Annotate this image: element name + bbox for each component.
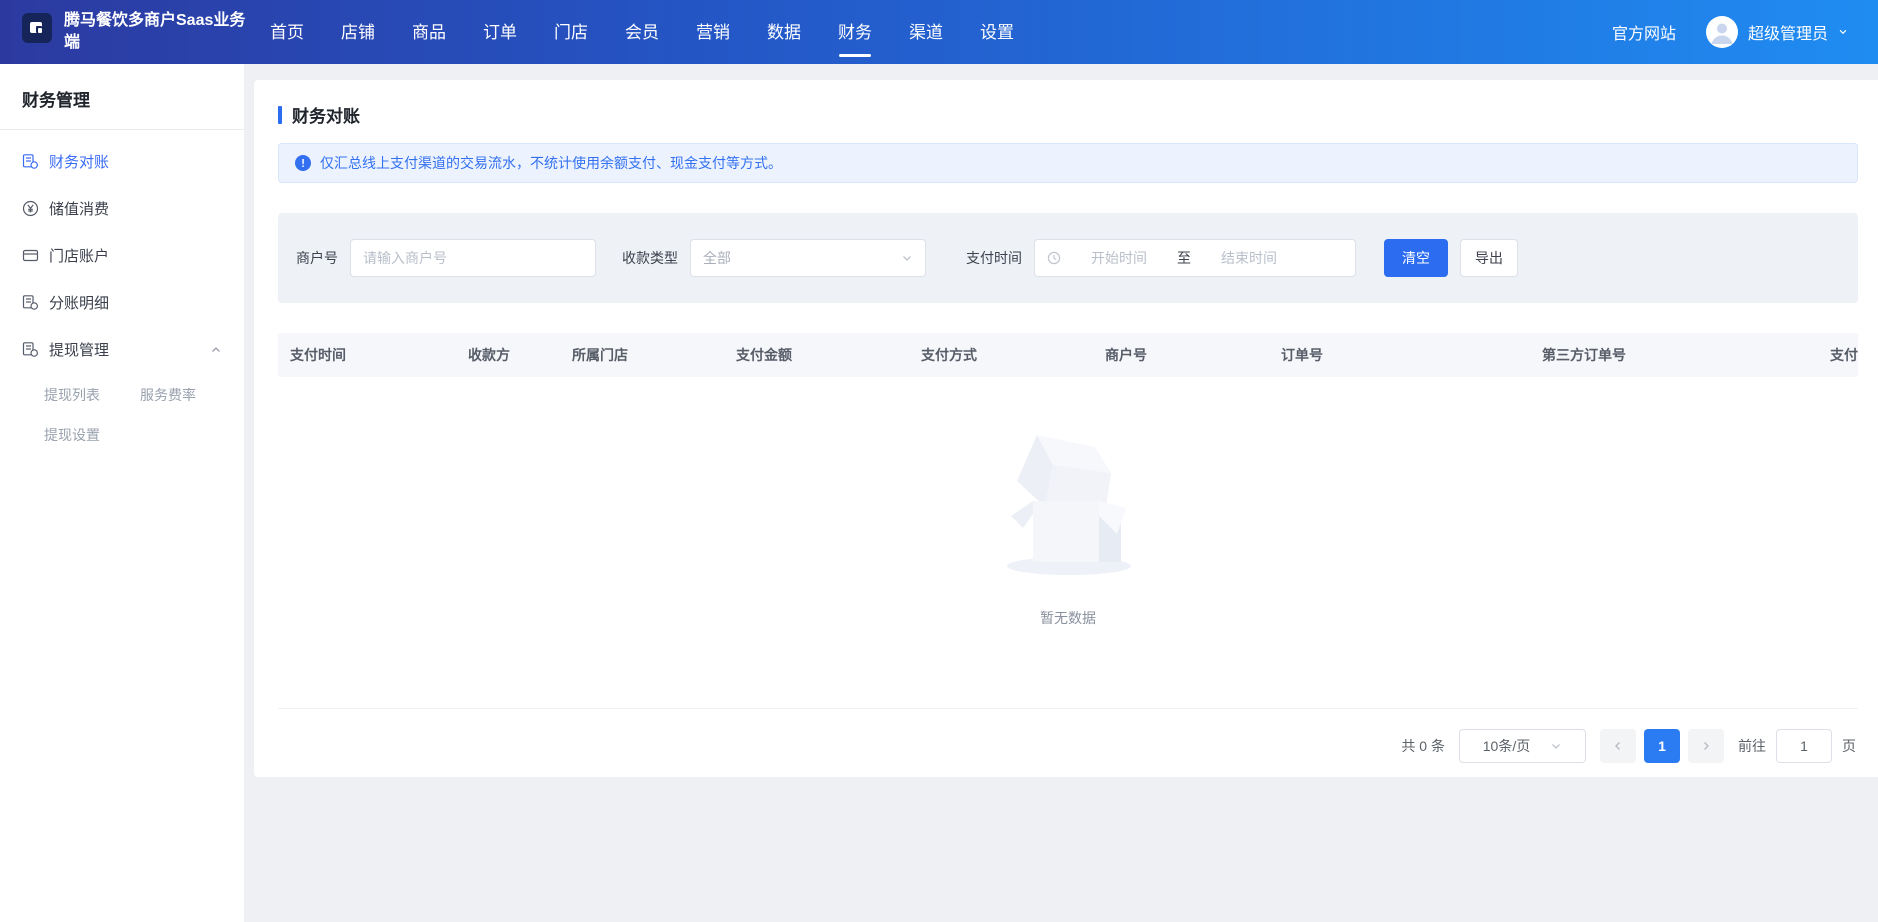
sidebar-item-label: 提现管理 [49, 339, 109, 360]
goto-page-input[interactable] [1776, 729, 1832, 763]
nav-item-home[interactable]: 首页 [268, 10, 306, 55]
table-header: 支付时间 收款方 所属门店 支付金额 支付方式 商户号 订单号 第三方订单号 支… [278, 333, 1858, 377]
sidebar-item-label: 储值消费 [49, 198, 109, 219]
sidebar-item-split-details[interactable]: 分账明细 [0, 279, 244, 326]
next-page-button[interactable] [1688, 729, 1724, 763]
info-icon: ! [295, 155, 311, 171]
col-amount: 支付金额 [724, 345, 909, 365]
navbar-right: 官方网站 超级管理员 [1612, 16, 1848, 48]
pay-time-range-picker[interactable]: 至 [1034, 239, 1356, 277]
nav-item-settings[interactable]: 设置 [978, 10, 1016, 55]
chevron-up-icon[interactable] [210, 344, 222, 356]
sidebar: 财务管理 财务对账 储值消费 [0, 64, 244, 922]
col-pay-time: 支付时间 [278, 345, 456, 365]
col-merchant-no: 商户号 [1093, 345, 1269, 365]
sidebar-item-stored-value[interactable]: 储值消费 [0, 185, 244, 232]
pay-time-label: 支付时间 [966, 248, 1022, 268]
payment-type-label: 收款类型 [622, 248, 678, 268]
brand-title: 腾马餐饮多商户Saas业务端 [64, 10, 246, 53]
nav-item-stores[interactable]: 门店 [552, 10, 590, 55]
user-menu[interactable]: 超级管理员 [1706, 16, 1848, 48]
nav-item-shop[interactable]: 店铺 [339, 10, 377, 55]
nav-item-goods[interactable]: 商品 [410, 10, 448, 55]
clear-button[interactable]: 清空 [1384, 239, 1448, 277]
title-accent-bar [278, 106, 282, 124]
alert-text: 仅汇总线上支付渠道的交易流水，不统计使用余额支付、现金支付等方式。 [320, 153, 782, 173]
info-alert: ! 仅汇总线上支付渠道的交易流水，不统计使用余额支付、现金支付等方式。 [278, 143, 1858, 183]
ledger-coin-icon [22, 294, 39, 311]
clock-icon [1047, 251, 1061, 265]
main-content: 财务对账 ! 仅汇总线上支付渠道的交易流水，不统计使用余额支付、现金支付等方式。… [244, 64, 1878, 922]
card-icon [22, 247, 39, 264]
sidebar-subitem-service-rate[interactable]: 服务费率 [140, 375, 236, 415]
chevron-down-icon [1550, 740, 1562, 752]
sidebar-item-label: 门店账户 [49, 245, 109, 266]
page-size-select[interactable]: 10条/页 [1459, 729, 1586, 763]
official-website-link[interactable]: 官方网站 [1612, 20, 1676, 44]
col-pay-method: 支付方式 [909, 345, 1093, 365]
reconciliation-card: 财务对账 ! 仅汇总线上支付渠道的交易流水，不统计使用余额支付、现金支付等方式。… [254, 80, 1878, 777]
goto-page: 前往 页 [1738, 729, 1856, 763]
yen-circle-icon [22, 200, 39, 217]
avatar [1706, 16, 1738, 48]
col-store: 所属门店 [560, 345, 724, 365]
table-body: 暂无数据 [278, 377, 1858, 709]
col-third-party-order-no: 第三方订单号 [1530, 345, 1818, 365]
payment-type-value: 全部 [703, 248, 731, 268]
empty-box-illustration [993, 429, 1143, 579]
end-time-input[interactable] [1195, 250, 1303, 266]
filter-panel: 商户号 收款类型 全部 支付时间 [278, 213, 1858, 303]
merchant-label: 商户号 [296, 248, 338, 268]
withdraw-submenu: 提现列表 服务费率 提现设置 [0, 373, 244, 455]
chevron-down-icon [901, 252, 913, 264]
pagination: 共 0 条 10条/页 1 前往 [278, 709, 1858, 783]
top-navbar: 腾马餐饮多商户Saas业务端 首页 店铺 商品 订单 门店 会员 营销 数据 财… [0, 0, 1878, 64]
nav-item-orders[interactable]: 订单 [481, 10, 519, 55]
goto-suffix: 页 [1842, 736, 1856, 756]
user-name: 超级管理员 [1748, 20, 1828, 44]
sidebar-item-store-accounts[interactable]: 门店账户 [0, 232, 244, 279]
nav-item-members[interactable]: 会员 [623, 10, 661, 55]
sidebar-title: 财务管理 [0, 86, 244, 129]
page-title-row: 财务对账 [278, 102, 1858, 127]
empty-text: 暂无数据 [993, 608, 1143, 628]
nav-item-data[interactable]: 数据 [765, 10, 803, 55]
brand: 腾马餐饮多商户Saas业务端 [22, 10, 254, 53]
start-time-input[interactable] [1065, 250, 1173, 266]
page-title: 财务对账 [292, 102, 360, 127]
ledger-coin-icon [22, 153, 39, 170]
ledger-coin-icon [22, 341, 39, 358]
col-order-no: 订单号 [1269, 345, 1530, 365]
sidebar-subitem-withdraw-settings[interactable]: 提现设置 [44, 415, 140, 455]
sidebar-item-reconciliation[interactable]: 财务对账 [0, 138, 244, 185]
goto-label: 前往 [1738, 736, 1766, 756]
empty-state: 暂无数据 [993, 429, 1143, 628]
sidebar-item-label: 财务对账 [49, 151, 109, 172]
sidebar-item-withdraw-management[interactable]: 提现管理 [0, 326, 244, 373]
nav-item-finance[interactable]: 财务 [836, 10, 874, 55]
nav-item-marketing[interactable]: 营销 [694, 10, 732, 55]
merchant-input-box [350, 239, 596, 277]
nav-item-channels[interactable]: 渠道 [907, 10, 945, 55]
payment-type-select[interactable]: 全部 [690, 239, 926, 277]
total-count: 共 0 条 [1401, 736, 1445, 756]
sidebar-item-label: 分账明细 [49, 292, 109, 313]
page-number-1[interactable]: 1 [1644, 729, 1680, 763]
logo-icon [22, 13, 52, 43]
export-button[interactable]: 导出 [1460, 239, 1518, 277]
merchant-input[interactable] [363, 250, 583, 266]
pager: 1 [1600, 729, 1724, 763]
col-payee: 收款方 [456, 345, 560, 365]
sidebar-subitem-withdraw-list[interactable]: 提现列表 [44, 375, 140, 415]
prev-page-button[interactable] [1600, 729, 1636, 763]
range-separator: 至 [1177, 248, 1191, 268]
chevron-down-icon [1838, 27, 1848, 37]
divider [0, 129, 244, 130]
page-size-value: 10条/页 [1483, 736, 1530, 756]
col-pay-clipped: 支付 [1818, 345, 1858, 365]
main-nav: 首页 店铺 商品 订单 门店 会员 营销 数据 财务 渠道 设置 [268, 10, 1016, 55]
